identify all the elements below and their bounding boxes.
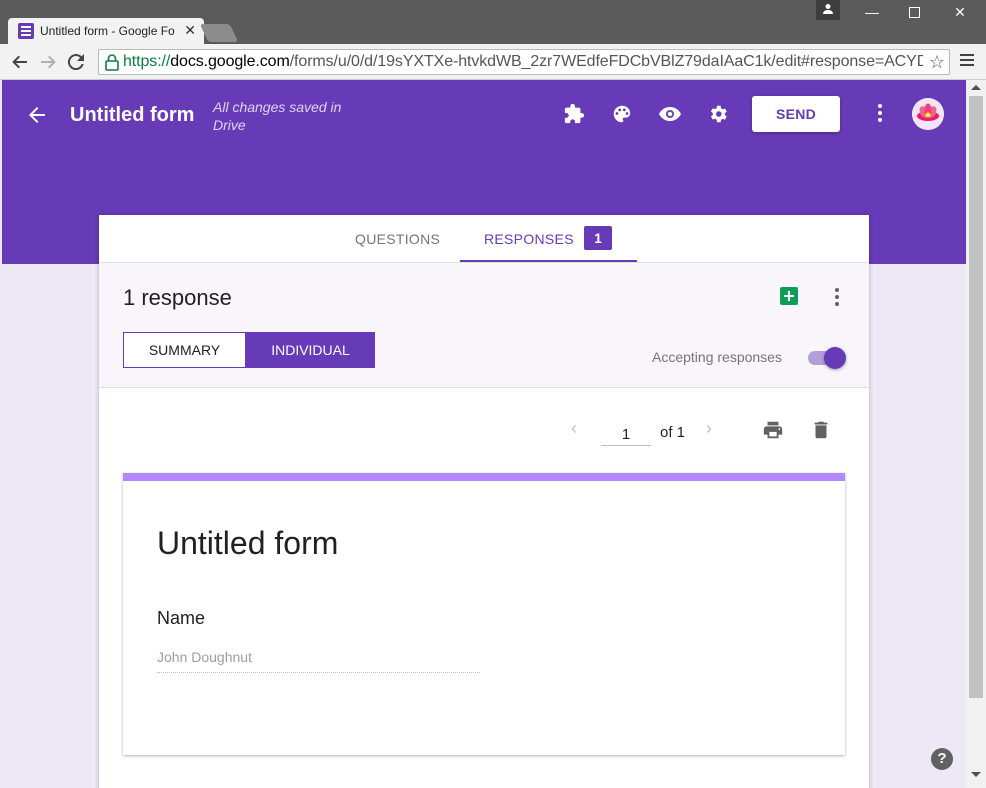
maximize-icon[interactable]: [904, 4, 924, 20]
responses-card: QUESTIONS RESPONSES 1 1 response SUMMARY…: [99, 215, 869, 788]
response-count: 1 response: [123, 285, 232, 310]
response-form-title: Untitled form: [157, 525, 339, 561]
eye-icon[interactable]: [656, 100, 684, 128]
new-tab-button[interactable]: [199, 24, 239, 42]
forms-favicon-icon: [18, 23, 34, 39]
tab-title: Untitled form - Google Fo: [40, 24, 175, 38]
browser-titlebar: Untitled form - Google Fo ✕ — ✕: [0, 0, 986, 44]
forms-app: Untitled form All changes saved in Drive…: [2, 80, 966, 788]
browser-tab[interactable]: Untitled form - Google Fo ✕: [8, 18, 204, 44]
sheets-icon[interactable]: [780, 287, 798, 305]
form-tabs: QUESTIONS RESPONSES 1: [99, 215, 869, 263]
page-total: of 1: [660, 424, 686, 441]
url-text: https://docs.google.com/forms/u/0/d/19sY…: [123, 53, 923, 70]
profile-icon[interactable]: [816, 0, 840, 20]
accepting-toggle[interactable]: [824, 347, 846, 369]
chevron-right-icon[interactable]: ›: [706, 418, 712, 439]
answer-value: John Doughnut: [157, 649, 480, 673]
responses-count-badge: 1: [584, 226, 612, 250]
individual-button[interactable]: INDIVIDUAL: [246, 332, 375, 368]
palette-icon[interactable]: [608, 100, 636, 128]
question-label: Name: [157, 608, 206, 628]
response-pager: ‹ of 1 ›: [99, 388, 869, 468]
summary-button[interactable]: SUMMARY: [123, 332, 246, 368]
more-options-icon[interactable]: [876, 104, 884, 125]
page-scrollbar[interactable]: [966, 80, 986, 788]
send-button[interactable]: SEND: [752, 96, 840, 132]
close-window-icon[interactable]: ✕: [950, 4, 970, 20]
page-number-input[interactable]: [601, 424, 651, 446]
delete-icon[interactable]: [810, 419, 832, 441]
help-icon[interactable]: ?: [931, 748, 953, 770]
individual-response-card: Untitled form Name John Doughnut: [123, 473, 845, 755]
scroll-down-icon[interactable]: [971, 772, 981, 777]
scroll-thumb[interactable]: [969, 96, 983, 698]
bookmark-star-icon[interactable]: ☆: [929, 52, 945, 73]
browser-toolbar: https://docs.google.com/forms/u/0/d/19sY…: [0, 44, 986, 80]
lock-icon: [105, 54, 119, 71]
address-bar[interactable]: https://docs.google.com/forms/u/0/d/19sY…: [98, 49, 950, 75]
minimize-icon[interactable]: —: [862, 4, 882, 20]
responses-header: 1 response SUMMARY INDIVIDUAL Accepting …: [99, 263, 869, 388]
print-icon[interactable]: [762, 419, 784, 441]
back-icon[interactable]: [10, 52, 30, 72]
tab-questions[interactable]: QUESTIONS: [355, 231, 440, 247]
scroll-up-icon[interactable]: [971, 85, 981, 90]
tab-responses[interactable]: RESPONSES: [484, 231, 574, 247]
reload-icon[interactable]: [66, 52, 86, 72]
forward-icon[interactable]: [38, 52, 58, 72]
browser-menu-icon[interactable]: [960, 54, 974, 69]
puzzle-icon[interactable]: [560, 100, 588, 128]
gear-icon[interactable]: [704, 100, 732, 128]
avatar[interactable]: [912, 98, 944, 130]
form-title: Untitled form: [70, 104, 195, 126]
view-toggle: SUMMARY INDIVIDUAL: [123, 332, 375, 368]
active-tab-indicator: [460, 260, 637, 262]
chevron-left-icon[interactable]: ‹: [571, 418, 577, 439]
saved-status: All changes saved in Drive: [213, 99, 342, 133]
accepting-responses-label: Accepting responses: [652, 349, 782, 365]
back-arrow-icon[interactable]: [26, 104, 48, 126]
tab-close-icon[interactable]: ✕: [184, 22, 196, 39]
responses-more-icon[interactable]: [833, 288, 841, 309]
